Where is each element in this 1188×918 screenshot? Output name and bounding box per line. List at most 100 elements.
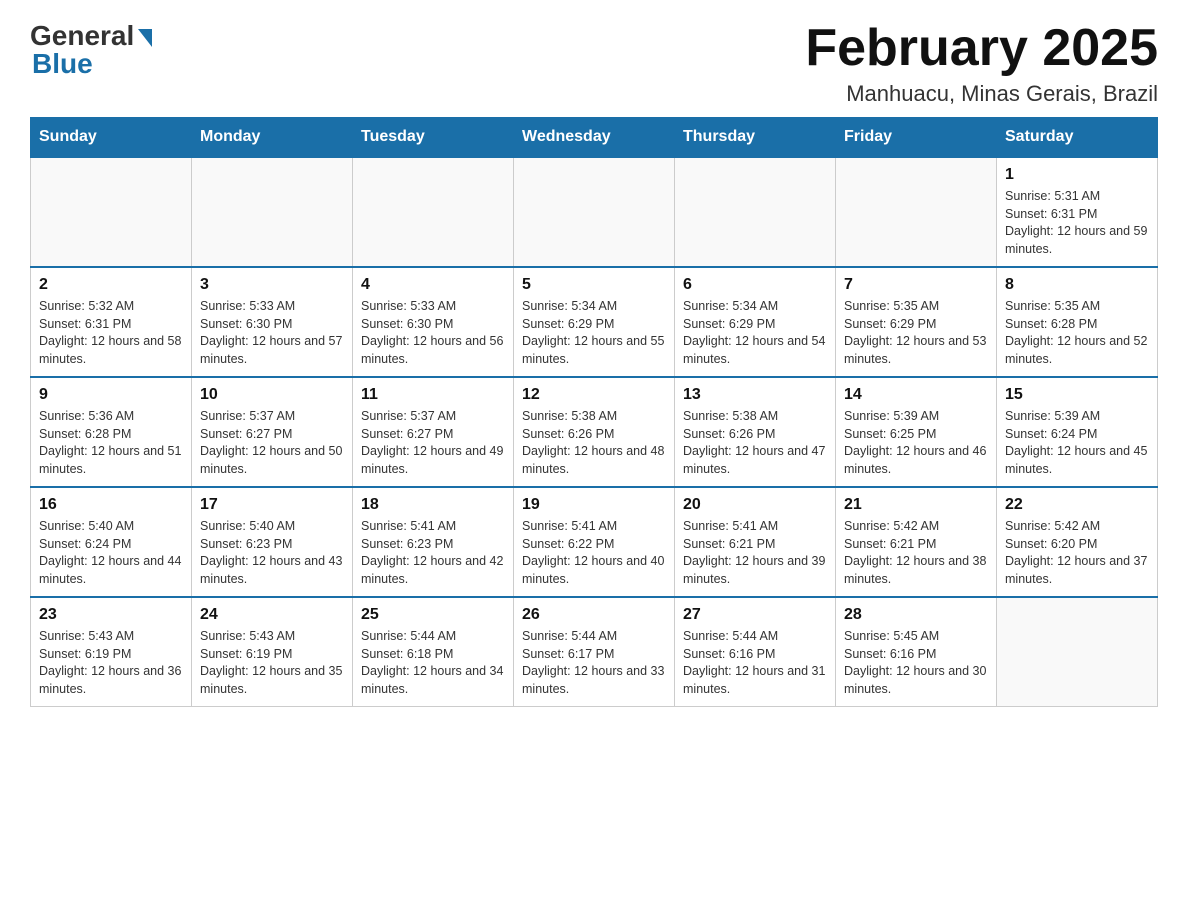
calendar-day-cell: 16 Sunrise: 5:40 AM Sunset: 6:24 PM Dayli… [31,487,192,597]
day-sun-info: Sunrise: 5:44 AM Sunset: 6:16 PM Dayligh… [683,628,827,698]
day-sun-info: Sunrise: 5:37 AM Sunset: 6:27 PM Dayligh… [200,408,344,478]
calendar-day-header: Monday [192,118,353,158]
day-number: 10 [200,386,344,404]
day-number: 24 [200,606,344,624]
day-sun-info: Sunrise: 5:41 AM Sunset: 6:22 PM Dayligh… [522,518,666,588]
calendar-day-cell: 25 Sunrise: 5:44 AM Sunset: 6:18 PM Dayli… [353,597,514,707]
day-number: 15 [1005,386,1149,404]
day-number: 1 [1005,166,1149,184]
day-number: 23 [39,606,183,624]
day-number: 20 [683,496,827,514]
calendar-day-cell: 4 Sunrise: 5:33 AM Sunset: 6:30 PM Daylig… [353,267,514,377]
calendar-day-header: Friday [836,118,997,158]
title-section: February 2025 Manhuacu, Minas Gerais, Br… [805,20,1158,107]
day-number: 5 [522,276,666,294]
calendar-day-header: Tuesday [353,118,514,158]
calendar-day-cell: 17Sunrise: 5:40 AM Sunset: 6:23 PM Dayli… [192,487,353,597]
day-sun-info: Sunrise: 5:32 AM Sunset: 6:31 PM Dayligh… [39,298,183,368]
calendar-week-row: 1 Sunrise: 5:31 AM Sunset: 6:31 PM Daylig… [31,157,1158,267]
day-number: 7 [844,276,988,294]
day-sun-info: Sunrise: 5:42 AM Sunset: 6:21 PM Dayligh… [844,518,988,588]
calendar-day-header: Wednesday [514,118,675,158]
day-number: 16 [39,496,183,514]
day-sun-info: Sunrise: 5:38 AM Sunset: 6:26 PM Dayligh… [683,408,827,478]
calendar-day-cell: 26 Sunrise: 5:44 AM Sunset: 6:17 PM Dayli… [514,597,675,707]
calendar-day-cell: 6Sunrise: 5:34 AM Sunset: 6:29 PM Daylig… [675,267,836,377]
month-title: February 2025 [805,20,1158,77]
calendar-day-cell: 22Sunrise: 5:42 AM Sunset: 6:20 PM Dayli… [997,487,1158,597]
calendar-day-cell [192,157,353,267]
calendar-day-cell: 28 Sunrise: 5:45 AM Sunset: 6:16 PM Dayli… [836,597,997,707]
calendar-day-cell: 14 Sunrise: 5:39 AM Sunset: 6:25 PM Dayli… [836,377,997,487]
calendar-day-cell: 23 Sunrise: 5:43 AM Sunset: 6:19 PM Dayli… [31,597,192,707]
day-sun-info: Sunrise: 5:35 AM Sunset: 6:28 PM Dayligh… [1005,298,1149,368]
logo: General Blue [30,20,152,80]
day-number: 26 [522,606,666,624]
logo-blue-text: Blue [30,48,93,80]
day-number: 25 [361,606,505,624]
day-sun-info: Sunrise: 5:41 AM Sunset: 6:21 PM Dayligh… [683,518,827,588]
day-sun-info: Sunrise: 5:43 AM Sunset: 6:19 PM Dayligh… [200,628,344,698]
day-number: 3 [200,276,344,294]
day-sun-info: Sunrise: 5:44 AM Sunset: 6:18 PM Dayligh… [361,628,505,698]
calendar-day-cell: 5 Sunrise: 5:34 AM Sunset: 6:29 PM Daylig… [514,267,675,377]
calendar-day-cell: 3 Sunrise: 5:33 AM Sunset: 6:30 PM Daylig… [192,267,353,377]
calendar-day-header: Thursday [675,118,836,158]
calendar-day-header: Sunday [31,118,192,158]
calendar-week-row: 2 Sunrise: 5:32 AM Sunset: 6:31 PM Daylig… [31,267,1158,377]
calendar-day-cell: 27 Sunrise: 5:44 AM Sunset: 6:16 PM Dayli… [675,597,836,707]
calendar-day-cell: 12Sunrise: 5:38 AM Sunset: 6:26 PM Dayli… [514,377,675,487]
calendar-day-cell: 11 Sunrise: 5:37 AM Sunset: 6:27 PM Dayli… [353,377,514,487]
calendar-day-cell: 2 Sunrise: 5:32 AM Sunset: 6:31 PM Daylig… [31,267,192,377]
calendar-day-cell [514,157,675,267]
day-number: 13 [683,386,827,404]
calendar-day-cell [997,597,1158,707]
day-number: 28 [844,606,988,624]
day-number: 21 [844,496,988,514]
day-sun-info: Sunrise: 5:42 AM Sunset: 6:20 PM Dayligh… [1005,518,1149,588]
calendar-day-cell: 15 Sunrise: 5:39 AM Sunset: 6:24 PM Dayli… [997,377,1158,487]
day-sun-info: Sunrise: 5:33 AM Sunset: 6:30 PM Dayligh… [361,298,505,368]
calendar-day-cell [836,157,997,267]
day-number: 4 [361,276,505,294]
day-sun-info: Sunrise: 5:31 AM Sunset: 6:31 PM Dayligh… [1005,188,1149,258]
day-number: 8 [1005,276,1149,294]
calendar-header-row: SundayMondayTuesdayWednesdayThursdayFrid… [31,118,1158,158]
day-sun-info: Sunrise: 5:33 AM Sunset: 6:30 PM Dayligh… [200,298,344,368]
day-sun-info: Sunrise: 5:43 AM Sunset: 6:19 PM Dayligh… [39,628,183,698]
calendar-day-header: Saturday [997,118,1158,158]
day-sun-info: Sunrise: 5:39 AM Sunset: 6:24 PM Dayligh… [1005,408,1149,478]
calendar-day-cell: 9 Sunrise: 5:36 AM Sunset: 6:28 PM Daylig… [31,377,192,487]
calendar-day-cell: 13 Sunrise: 5:38 AM Sunset: 6:26 PM Dayli… [675,377,836,487]
calendar-table: SundayMondayTuesdayWednesdayThursdayFrid… [30,117,1158,707]
calendar-day-cell: 8 Sunrise: 5:35 AM Sunset: 6:28 PM Daylig… [997,267,1158,377]
day-sun-info: Sunrise: 5:41 AM Sunset: 6:23 PM Dayligh… [361,518,505,588]
day-number: 18 [361,496,505,514]
day-sun-info: Sunrise: 5:36 AM Sunset: 6:28 PM Dayligh… [39,408,183,478]
logo-arrow-icon [138,29,152,47]
day-number: 11 [361,386,505,404]
calendar-day-cell [31,157,192,267]
calendar-day-cell: 24 Sunrise: 5:43 AM Sunset: 6:19 PM Dayli… [192,597,353,707]
day-number: 27 [683,606,827,624]
day-sun-info: Sunrise: 5:45 AM Sunset: 6:16 PM Dayligh… [844,628,988,698]
day-sun-info: Sunrise: 5:44 AM Sunset: 6:17 PM Dayligh… [522,628,666,698]
calendar-day-cell: 7 Sunrise: 5:35 AM Sunset: 6:29 PM Daylig… [836,267,997,377]
calendar-day-cell [353,157,514,267]
day-sun-info: Sunrise: 5:35 AM Sunset: 6:29 PM Dayligh… [844,298,988,368]
calendar-week-row: 23 Sunrise: 5:43 AM Sunset: 6:19 PM Dayli… [31,597,1158,707]
day-number: 9 [39,386,183,404]
calendar-day-cell: 21 Sunrise: 5:42 AM Sunset: 6:21 PM Dayli… [836,487,997,597]
day-sun-info: Sunrise: 5:39 AM Sunset: 6:25 PM Dayligh… [844,408,988,478]
day-sun-info: Sunrise: 5:34 AM Sunset: 6:29 PM Dayligh… [683,298,827,368]
day-number: 14 [844,386,988,404]
day-number: 2 [39,276,183,294]
calendar-day-cell: 20 Sunrise: 5:41 AM Sunset: 6:21 PM Dayli… [675,487,836,597]
day-sun-info: Sunrise: 5:40 AM Sunset: 6:23 PM Dayligh… [200,518,344,588]
calendar-day-cell [675,157,836,267]
calendar-day-cell: 1 Sunrise: 5:31 AM Sunset: 6:31 PM Daylig… [997,157,1158,267]
day-sun-info: Sunrise: 5:34 AM Sunset: 6:29 PM Dayligh… [522,298,666,368]
day-sun-info: Sunrise: 5:40 AM Sunset: 6:24 PM Dayligh… [39,518,183,588]
day-sun-info: Sunrise: 5:37 AM Sunset: 6:27 PM Dayligh… [361,408,505,478]
calendar-day-cell: 19Sunrise: 5:41 AM Sunset: 6:22 PM Dayli… [514,487,675,597]
